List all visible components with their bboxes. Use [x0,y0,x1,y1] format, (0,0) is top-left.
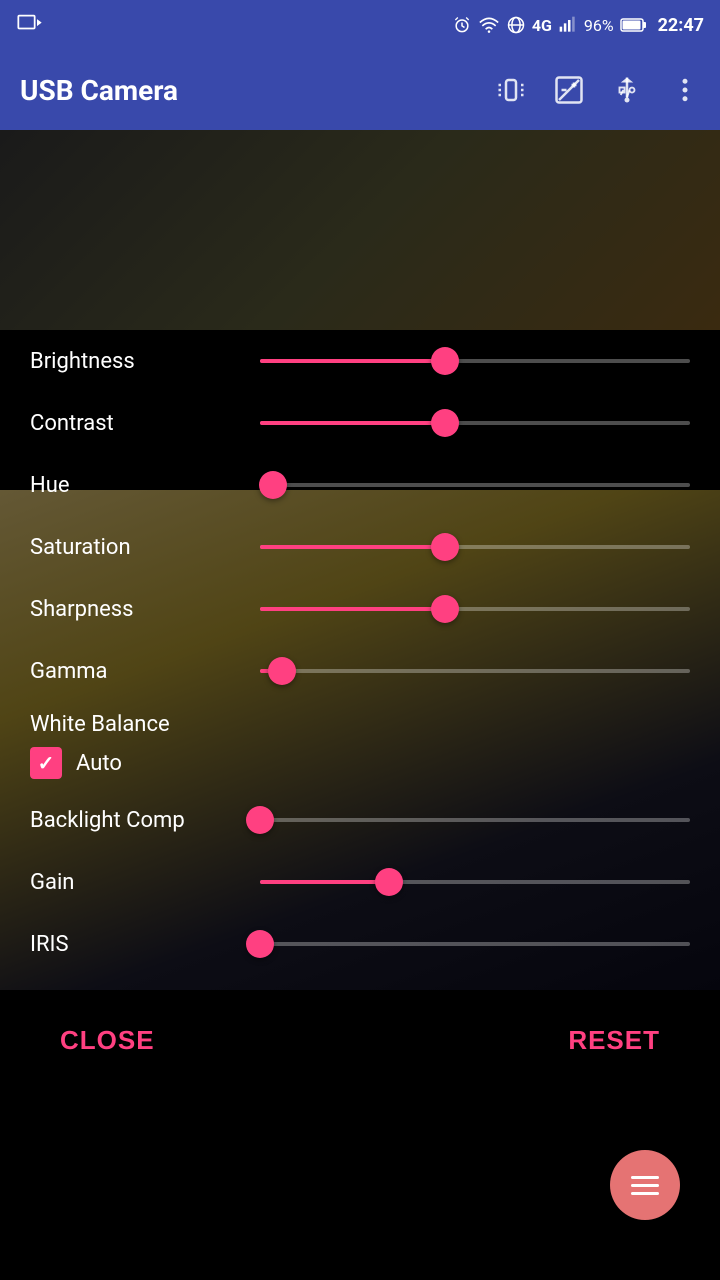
camera-preview [0,130,720,330]
brightness-label: Brightness [30,349,260,374]
brightness-slider[interactable] [260,358,690,364]
contrast-slider[interactable] [260,420,690,426]
checkmark-icon: ✓ [38,751,55,775]
backlight-comp-slider[interactable] [260,817,690,823]
status-left [16,11,44,39]
fab-line-1 [631,1176,659,1179]
iris-row: IRIS [0,913,720,975]
sharpness-thumb[interactable] [431,595,459,623]
reset-button[interactable]: RESET [568,1025,660,1056]
gamma-slider[interactable] [260,668,690,674]
hue-track [260,483,690,487]
backlight-comp-label: Backlight Comp [30,808,260,833]
network-type: 4G [532,16,552,35]
app-title: USB Camera [20,74,476,107]
vibrate-icon[interactable] [496,75,526,105]
backlight-comp-row: Backlight Comp [0,789,720,851]
fab-button[interactable] [610,1150,680,1220]
sharpness-slider[interactable] [260,606,690,612]
saturation-slider[interactable] [260,544,690,550]
contrast-label: Contrast [30,411,260,436]
gain-thumb[interactable] [375,868,403,896]
contrast-row: Contrast [0,392,720,454]
brightness-fill [260,359,445,363]
gamma-track [260,669,690,673]
saturation-fill [260,545,445,549]
saturation-label: Saturation [30,535,260,560]
hue-row: Hue [0,454,720,516]
white-balance-row: White Balance ✓ Auto [0,702,720,789]
sharpness-label: Sharpness [30,597,260,622]
bottom-buttons: CLOSE RESET [0,995,720,1086]
settings-content: Brightness Contrast Hue [0,330,720,975]
gain-label: Gain [30,870,260,895]
sharpness-fill [260,607,445,611]
settings-panel: Brightness Contrast Hue [0,330,720,995]
gain-fill [260,880,389,884]
status-right: 4G 96% 22:47 [452,15,704,36]
auto-checkbox-row: ✓ Auto [30,747,690,779]
contrast-fill [260,421,445,425]
brightness-thumb[interactable] [431,347,459,375]
time: 22:47 [658,15,704,36]
iris-track [260,942,690,946]
fab-line-3 [631,1192,659,1195]
iris-slider[interactable] [260,941,690,947]
contrast-thumb[interactable] [431,409,459,437]
hue-slider[interactable] [260,482,690,488]
globe-icon [506,15,526,35]
auto-checkbox[interactable]: ✓ [30,747,62,779]
app-bar: USB Camera [0,50,720,130]
hue-thumb[interactable] [259,471,287,499]
wifi-icon [478,15,500,35]
backlight-comp-track [260,818,690,822]
screen-record-icon [16,11,44,39]
menu-icon [627,1172,663,1199]
alarm-icon [452,15,472,35]
gamma-label: Gamma [30,659,260,684]
more-vert-icon[interactable] [670,75,700,105]
battery-icon [620,17,648,33]
app-bar-icons [496,75,700,105]
gain-row: Gain [0,851,720,913]
backlight-comp-thumb[interactable] [246,806,274,834]
fab-line-2 [631,1184,659,1187]
gamma-thumb[interactable] [268,657,296,685]
hue-label: Hue [30,473,260,498]
iris-thumb[interactable] [246,930,274,958]
gain-slider[interactable] [260,879,690,885]
signal-icon [558,15,578,35]
status-bar: 4G 96% 22:47 [0,0,720,50]
white-balance-label: White Balance [30,712,690,737]
usb-icon[interactable] [612,75,642,105]
close-button[interactable]: CLOSE [60,1025,155,1056]
sharpness-row: Sharpness [0,578,720,640]
iris-label: IRIS [30,932,260,957]
saturation-row: Saturation [0,516,720,578]
battery-pct: 96% [584,16,614,35]
saturation-thumb[interactable] [431,533,459,561]
exposure-icon[interactable] [554,75,584,105]
auto-label: Auto [76,751,122,776]
brightness-row: Brightness [0,330,720,392]
gamma-row: Gamma [0,640,720,702]
